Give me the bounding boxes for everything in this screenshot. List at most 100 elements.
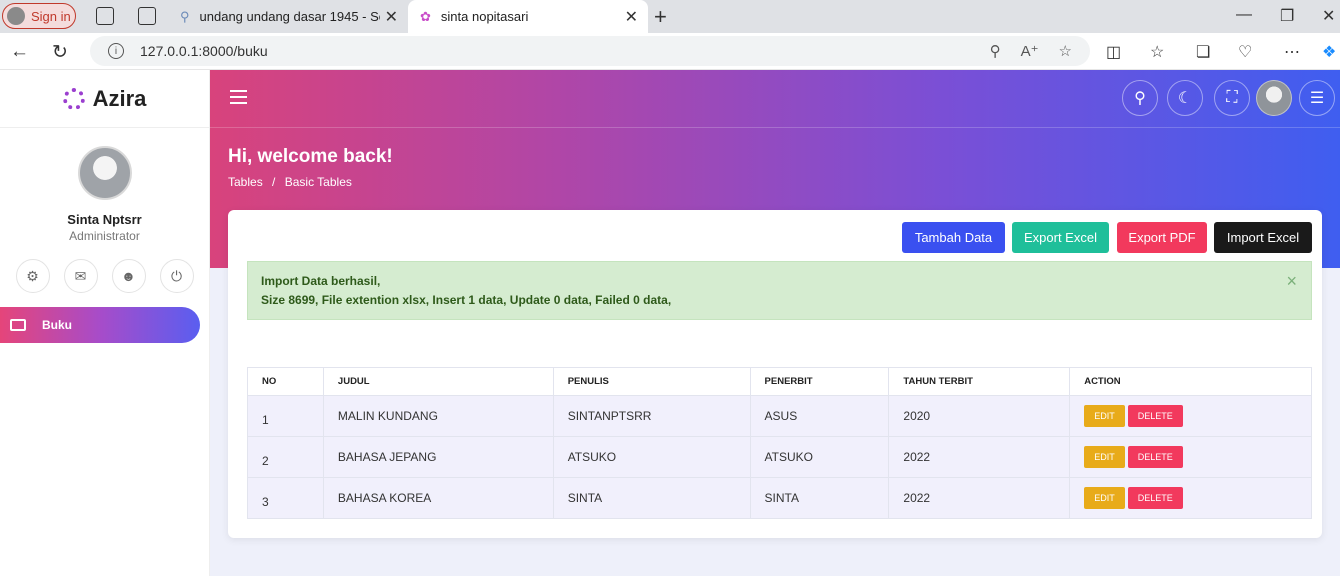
zoom-icon[interactable]: ⚲	[990, 42, 1001, 60]
cell-penulis: SINTA	[552, 477, 751, 519]
export-pdf-button[interactable]: Export PDF	[1117, 222, 1207, 253]
collections-icon[interactable]: ❏	[1196, 42, 1210, 62]
delete-button[interactable]: DELETE	[1127, 405, 1183, 427]
site-info-icon[interactable]: i	[108, 43, 124, 59]
minimize-icon[interactable]: —	[1236, 6, 1252, 24]
dark-mode-icon[interactable]: ☾	[1167, 80, 1203, 116]
browser-essentials-icon[interactable]: ♡	[1238, 42, 1252, 62]
close-tab-icon[interactable]: ✕	[625, 7, 638, 27]
edit-button[interactable]: EDIT	[1084, 446, 1125, 468]
user-profile: Sinta Nptsrr Administrator ⚙ ✉ ☻ ⏻	[0, 128, 209, 293]
edit-button[interactable]: EDIT	[1084, 405, 1125, 427]
sidebar-item-buku[interactable]: Buku	[0, 307, 200, 343]
brand-name: Azira	[92, 85, 147, 111]
cell-penulis: ATSUKO	[552, 436, 751, 478]
favorites-icon[interactable]: ☆	[1150, 42, 1164, 62]
breadcrumb: Tables / Basic Tables	[228, 175, 358, 189]
user-name: Sinta Nptsrr	[67, 212, 142, 227]
more-icon[interactable]: ⋯	[1284, 42, 1300, 62]
cell-penerbit: SINTA	[749, 477, 890, 519]
column-header: PENULIS	[552, 367, 751, 396]
close-alert-icon[interactable]: ×	[1286, 272, 1297, 291]
column-header: PENERBIT	[749, 367, 890, 396]
close-tab-icon[interactable]: ✕	[385, 7, 398, 27]
tab-title: sinta nopitasari	[440, 9, 529, 24]
back-icon[interactable]: ←	[10, 41, 29, 63]
address-bar-row: ← ↻ i 127.0.0.1:8000/buku ⚲ A⁺ ☆ ◫ ☆ ❏ ♡…	[0, 33, 1340, 70]
edit-button[interactable]: EDIT	[1084, 487, 1125, 509]
column-header: JUDUL	[322, 367, 554, 396]
workspaces-icon[interactable]	[96, 7, 114, 25]
alert-line: Size 8699, File extention xlsx, Insert 1…	[261, 293, 672, 307]
delete-button[interactable]: DELETE	[1127, 446, 1183, 468]
tab-search[interactable]: ⚲ undang undang dasar 1945 - Sea ✕	[168, 0, 408, 33]
cell-action: EDIT DELETE	[1069, 477, 1312, 519]
favorite-star-icon[interactable]: ☆	[1059, 42, 1072, 60]
tab-actions-icon[interactable]	[138, 7, 156, 25]
quick-actions: ⚙ ✉ ☻ ⏻	[0, 259, 209, 293]
table-row: 2 BAHASA JEPANG ATSUKO ATSUKO 2022 EDIT D…	[247, 436, 1312, 478]
signin-label: Sign in	[31, 8, 71, 24]
hamburger-menu-icon[interactable]	[230, 90, 247, 104]
import-excel-button[interactable]: Import Excel	[1214, 222, 1312, 253]
breadcrumb-separator: /	[272, 175, 276, 189]
sidebar: Azira Sinta Nptsrr Administrator ⚙ ✉ ☻ ⏻…	[0, 70, 210, 576]
url-text: 127.0.0.1:8000/buku	[140, 43, 268, 59]
cell-penerbit: ASUS	[749, 395, 890, 437]
site-favicon-icon: ✿	[420, 8, 431, 24]
cell-no: 3	[247, 477, 324, 519]
profile-icon	[7, 7, 25, 25]
cell-tahun: 2020	[888, 395, 1071, 437]
settings-icon[interactable]: ⚙	[15, 259, 50, 293]
avatar[interactable]	[1256, 80, 1292, 116]
search-icon: ⚲	[180, 8, 190, 24]
breadcrumb-item[interactable]: Tables	[228, 175, 263, 189]
tambah-data-button[interactable]: Tambah Data	[902, 222, 1005, 253]
avatar	[77, 146, 132, 200]
power-icon[interactable]: ⏻	[159, 259, 194, 293]
cell-judul: MALIN KUNDANG	[322, 395, 554, 437]
cell-tahun: 2022	[888, 436, 1071, 478]
top-navbar: ⚲ ☾ ⛶ ☰	[210, 70, 1340, 128]
cell-action: EDIT DELETE	[1069, 436, 1312, 478]
alert-line: Import Data berhasil,	[261, 274, 381, 288]
monitor-icon	[10, 319, 26, 331]
table-header-row: NO JUDUL PENULIS PENERBIT TAHUN TERBIT A…	[247, 367, 1312, 396]
export-excel-button[interactable]: Export Excel	[1012, 222, 1109, 253]
main-content: ⚲ ☾ ⛶ ☰ Hi, welcome back! Tables / Basic…	[210, 70, 1340, 576]
read-aloud-icon[interactable]: A⁺	[1021, 42, 1039, 60]
split-screen-icon[interactable]: ◫	[1106, 42, 1121, 62]
tab-active[interactable]: ✿ sinta nopitasari ✕	[408, 0, 648, 33]
new-tab-icon[interactable]: +	[654, 4, 667, 30]
browser-tab-bar: Sign in ⚲ undang undang dasar 1945 - Sea…	[0, 0, 1340, 33]
table-row: 3 BAHASA KOREA SINTA SINTA 2022 EDIT DELE…	[247, 477, 1312, 519]
cell-tahun: 2022	[888, 477, 1071, 519]
brand-mark-icon	[62, 87, 85, 110]
cell-judul: BAHASA KOREA	[322, 477, 554, 519]
column-header: TAHUN TERBIT	[888, 367, 1071, 396]
url-field[interactable]: i 127.0.0.1:8000/buku ⚲ A⁺ ☆	[90, 36, 1090, 66]
column-header: NO	[247, 367, 324, 396]
success-alert: Import Data berhasil, Size 8699, File ex…	[247, 261, 1312, 320]
cell-action: EDIT DELETE	[1069, 395, 1312, 437]
refresh-icon[interactable]: ↻	[52, 41, 68, 64]
cell-judul: BAHASA JEPANG	[322, 436, 554, 478]
page-title: Hi, welcome back!	[228, 146, 393, 167]
mail-icon[interactable]: ✉	[63, 259, 98, 293]
tab-title: undang undang dasar 1945 - Sea	[199, 9, 380, 24]
cell-penerbit: ATSUKO	[749, 436, 890, 478]
copilot-icon[interactable]: ❖	[1322, 42, 1336, 62]
data-card: Tambah Data Export Excel Export PDF Impo…	[228, 210, 1322, 538]
fullscreen-icon[interactable]: ⛶	[1214, 80, 1250, 116]
close-window-icon[interactable]: ✕	[1322, 6, 1335, 26]
search-icon[interactable]: ⚲	[1122, 80, 1158, 116]
menu-icon[interactable]: ☰	[1299, 80, 1335, 116]
cell-no: 2	[247, 436, 324, 478]
signin-button[interactable]: Sign in	[2, 3, 76, 29]
user-icon[interactable]: ☻	[111, 259, 146, 293]
cell-no: 1	[247, 395, 324, 437]
restore-icon[interactable]: ❐	[1280, 6, 1294, 26]
delete-button[interactable]: DELETE	[1127, 487, 1183, 509]
brand-logo[interactable]: Azira	[0, 70, 209, 128]
sidebar-item-label: Buku	[42, 318, 72, 332]
